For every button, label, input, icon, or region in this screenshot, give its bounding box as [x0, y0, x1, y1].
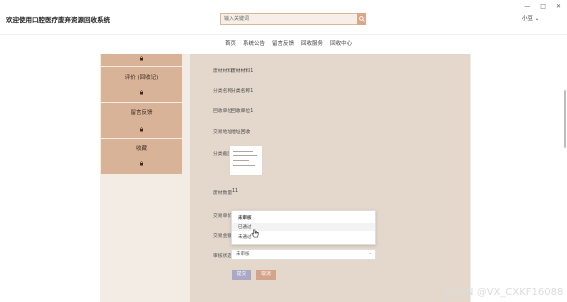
sidebar: 评价 (回收记) 留言反馈 收藏 — [101, 54, 182, 174]
top-bar: 欢迎使用口腔医疗废弃资源回收系统 输入关键词 小豆 ⌄ — □ ✕ — [0, 0, 567, 35]
field-label: 交易单价 — [213, 214, 233, 219]
lock-icon — [140, 161, 143, 166]
page: 欢迎使用口腔医疗废弃资源回收系统 输入关键词 小豆 ⌄ — □ ✕ 首页 系统公… — [0, 0, 567, 302]
main-nav: 首页 系统公告 留言反馈 回收服务 回收中心 — [225, 39, 352, 47]
sidebar-divider — [101, 102, 182, 103]
field-value: 地址回收 — [231, 130, 251, 135]
field-label: 审核状态 — [213, 254, 233, 259]
nav-item-home[interactable]: 首页 — [225, 39, 236, 47]
minimize-button[interactable]: — — [524, 3, 530, 10]
nav-item-recycle-center[interactable]: 回收中心 — [330, 39, 352, 47]
search-icon — [358, 16, 365, 22]
search-button[interactable] — [357, 13, 366, 25]
field-value: 回收单位1 — [231, 109, 254, 114]
dropdown-option[interactable]: 已通过 — [238, 224, 252, 230]
sidebar-divider — [101, 66, 182, 67]
watermark: CSDN @VX_CXKF16088 — [445, 287, 564, 298]
sidebar-item-feedback[interactable]: 留言反馈 — [101, 108, 182, 116]
maximize-button[interactable]: □ — [540, 3, 546, 10]
field-label: 废材数量 — [213, 191, 233, 196]
field-label: 回收单位 — [213, 109, 233, 114]
scrollbar[interactable] — [564, 90, 566, 148]
search-input[interactable]: 输入关键词 — [220, 13, 360, 25]
submit-button[interactable]: 提交 — [232, 270, 251, 280]
window-controls: — □ ✕ — [524, 3, 561, 10]
dropdown-option[interactable]: 未通过 — [238, 234, 252, 240]
field-label: 交易金额 — [213, 234, 233, 239]
lock-icon — [140, 90, 143, 95]
sidebar-divider — [101, 138, 182, 139]
nav-item-announcements[interactable]: 系统公告 — [243, 39, 265, 47]
close-button[interactable]: ✕ — [556, 3, 561, 10]
sidebar-item-favorites[interactable]: 收藏 — [101, 144, 182, 152]
select-value: 未审核 — [236, 252, 250, 257]
nav-item-recycle-service[interactable]: 回收服务 — [301, 39, 323, 47]
lock-icon — [140, 127, 143, 132]
audit-status-select[interactable]: 未审核 ⌄ — [231, 249, 376, 260]
field-value: 分类名称1 — [231, 89, 254, 94]
sidebar-item-review[interactable]: 评价 (回收记) — [101, 73, 182, 81]
status-dropdown-list: 未审核 已通过 未通过 — [231, 210, 376, 245]
chevron-down-icon: ⌄ — [368, 251, 372, 256]
field-value: 废材材料1 — [231, 69, 254, 74]
lock-icon — [140, 56, 143, 61]
app-title: 欢迎使用口腔医疗废弃资源回收系统 — [6, 16, 110, 24]
field-label: 分类名称 — [213, 89, 233, 94]
nav-item-feedback[interactable]: 留言反馈 — [272, 39, 294, 47]
field-value: 11 — [232, 189, 239, 194]
hand-cursor-icon — [251, 229, 259, 238]
field-label: 交易地址 — [213, 130, 233, 135]
search-box: 输入关键词 — [220, 13, 366, 25]
cancel-button[interactable]: 取消 — [256, 270, 276, 280]
category-image[interactable] — [229, 145, 263, 176]
user-menu[interactable]: 小豆 ⌄ — [522, 14, 539, 22]
field-label: 废材材料 — [213, 69, 233, 74]
dropdown-option[interactable]: 未审核 — [238, 215, 252, 221]
